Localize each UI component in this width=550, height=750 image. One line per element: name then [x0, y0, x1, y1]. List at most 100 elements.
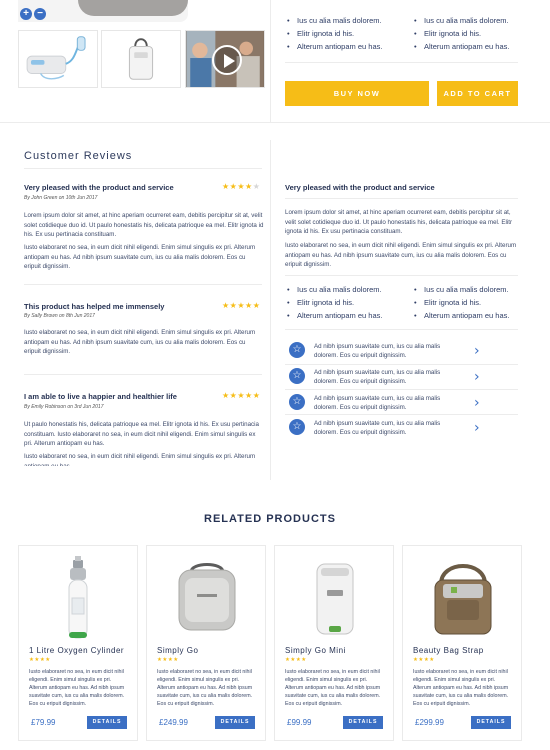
details-button[interactable]: DETAILS: [87, 716, 127, 729]
product-rating: ★★★★: [29, 657, 51, 663]
review-title: This product has helped me immensely: [24, 302, 165, 311]
right-bullets-right: Ius cu alia malis dolorem. Elitr ignota …: [412, 283, 537, 322]
reviews-title: Customer Reviews: [24, 150, 133, 162]
related-products-title: RELATED PRODUCTS: [204, 513, 336, 525]
review-text: Iusto elaboraret no sea, in eum dicit ni…: [24, 329, 256, 355]
bag-strap-image: [434, 564, 492, 635]
product-rating: ★★★★: [285, 657, 307, 663]
star-icon: ☆: [289, 342, 305, 358]
product-name[interactable]: Simply Go: [157, 646, 198, 655]
divider: [24, 374, 262, 375]
play-icon[interactable]: [212, 45, 242, 75]
review-text: Lorem ipsum dolor sit amet, at hinc aper…: [24, 212, 264, 238]
product-card[interactable]: Simply Go ★★★★ Iusto elaboraret no sea, …: [146, 545, 266, 741]
product-card[interactable]: Beauty Bag Strap ★★★★ Iusto elaboraret n…: [402, 545, 522, 741]
details-button[interactable]: DETAILS: [471, 716, 511, 729]
section-divider: [0, 122, 550, 123]
bullet-item: Elitr ignota id his.: [412, 27, 537, 40]
product-description: Iusto elaboraret no sea, in eum dicit ni…: [157, 669, 253, 707]
feature-text: Ad nibh ipsum suavitate cum, ius cu alia…: [314, 369, 441, 385]
feature-bullets-left: Ius cu alia malis dolorem. Elitr ignota …: [285, 14, 410, 53]
product-price: £79.99: [31, 718, 56, 727]
divider: [285, 62, 518, 63]
review-rating: ★★★★★: [222, 182, 261, 191]
product-price: £249.99: [159, 718, 188, 727]
simply-go-image: [178, 563, 236, 631]
product-rating: ★★★★: [157, 657, 179, 663]
star-icon: ☆: [289, 394, 305, 410]
divider: [24, 168, 262, 169]
product-price: £99.99: [287, 718, 312, 727]
review-byline: By Emily Robinson on 3rd Jun 2017: [24, 404, 104, 410]
bullet-item: Ius cu alia malis dolorem.: [412, 283, 537, 296]
product-description: Iusto elaboraret no sea, in eum dicit ni…: [285, 669, 381, 707]
feature-row[interactable]: ☆ Ad nibh ipsum suavitate cum, ius cu al…: [285, 391, 518, 415]
divider: [285, 414, 518, 415]
product-card[interactable]: Simply Go Mini ★★★★ Iusto elaboraret no …: [274, 545, 394, 741]
feature-text: Ad nibh ipsum suavitate cum, ius cu alia…: [314, 420, 441, 436]
product-description: Iusto elaboraret no sea, in eum dicit ni…: [413, 669, 509, 707]
divider: [24, 284, 262, 285]
chevron-right-icon[interactable]: ›: [474, 344, 480, 358]
product-name[interactable]: Simply Go Mini: [285, 646, 346, 655]
nebulizer-image: [26, 36, 86, 80]
bullet-item: Alterum antiopam eu has.: [285, 309, 410, 322]
review-text: Iusto elaboraret no sea, in eum dicit ni…: [24, 244, 256, 270]
bullet-item: Elitr ignota id his.: [285, 27, 410, 40]
oxygen-cylinder-image: [68, 556, 88, 639]
star-icon: ☆: [289, 419, 305, 435]
product-name[interactable]: 1 Litre Oxygen Cylinder: [29, 646, 124, 655]
divider: [285, 389, 518, 390]
bullet-item: Alterum antiopam eu has.: [285, 40, 410, 53]
feature-row[interactable]: ☆ Ad nibh ipsum suavitate cum, ius cu al…: [285, 416, 518, 440]
review-byline: By John Green on 10th Jun 2017: [24, 195, 98, 201]
product-card[interactable]: 1 Litre Oxygen Cylinder ★★★★ Iusto elabo…: [18, 545, 138, 741]
feature-text: Ad nibh ipsum suavitate cum, ius cu alia…: [314, 395, 441, 411]
feature-text: Ad nibh ipsum suavitate cum, ius cu alia…: [314, 343, 441, 359]
right-panel-text: Lorem ipsum dolor sit amet, at hinc aper…: [285, 209, 513, 235]
zoom-in-icon[interactable]: +: [20, 8, 32, 20]
chevron-right-icon[interactable]: ›: [474, 370, 480, 384]
review-text: Iusto elaboraret no sea, in eum dicit ni…: [24, 453, 256, 466]
simply-go-mini-image: [316, 563, 354, 635]
chevron-right-icon[interactable]: ›: [474, 396, 480, 410]
thumbnail-portable-device[interactable]: [101, 30, 181, 88]
bullet-item: Ius cu alia malis dolorem.: [285, 14, 410, 27]
review-title: Very pleased with the product and servic…: [24, 183, 174, 192]
divider: [270, 140, 271, 480]
divider: [285, 198, 518, 199]
review-text: Ut paulo honestatis his, delicata patrio…: [24, 421, 259, 447]
bullet-item: Elitr ignota id his.: [412, 296, 537, 309]
zoom-out-icon[interactable]: −: [34, 8, 46, 20]
add-to-cart-button[interactable]: ADD TO CART: [437, 81, 518, 106]
details-button[interactable]: DETAILS: [343, 716, 383, 729]
divider: [270, 0, 271, 122]
divider: [285, 275, 518, 276]
right-panel-title: Very pleased with the product and servic…: [285, 183, 435, 192]
right-bullets-left: Ius cu alia malis dolorem. Elitr ignota …: [285, 283, 410, 322]
feature-bullets-right: Ius cu alia malis dolorem. Elitr ignota …: [412, 14, 537, 53]
chevron-right-icon[interactable]: ›: [474, 421, 480, 435]
product-description: Iusto elaboraret no sea, in eum dicit ni…: [29, 669, 125, 707]
star-icon: ☆: [289, 368, 305, 384]
bullet-item: Ius cu alia malis dolorem.: [412, 14, 537, 27]
bullet-item: Alterum antiopam eu has.: [412, 309, 537, 322]
bullet-item: Elitr ignota id his.: [285, 296, 410, 309]
product-price: £299.99: [415, 718, 444, 727]
bullet-item: Alterum antiopam eu has.: [412, 40, 537, 53]
feature-row[interactable]: ☆ Ad nibh ipsum suavitate cum, ius cu al…: [285, 365, 518, 389]
right-panel-text: Iusto elaboraret no sea, in eum dicit ni…: [285, 242, 517, 268]
buy-now-button[interactable]: BUY NOW: [285, 81, 429, 106]
review-byline: By Sally Brown on 8th Jun 2017: [24, 313, 95, 319]
review-title: I am able to live a happier and healthie…: [24, 392, 177, 401]
product-name[interactable]: Beauty Bag Strap: [413, 646, 484, 655]
product-rating: ★★★★: [413, 657, 435, 663]
divider: [285, 329, 518, 330]
thumbnail-video[interactable]: [185, 30, 265, 88]
thumbnail-nebulizer[interactable]: [18, 30, 98, 88]
review-rating: ★★★★★: [222, 391, 261, 400]
review-rating: ★★★★★: [222, 301, 261, 310]
feature-row[interactable]: ☆ Ad nibh ipsum suavitate cum, ius cu al…: [285, 338, 518, 362]
bullet-item: Ius cu alia malis dolorem.: [285, 283, 410, 296]
details-button[interactable]: DETAILS: [215, 716, 255, 729]
